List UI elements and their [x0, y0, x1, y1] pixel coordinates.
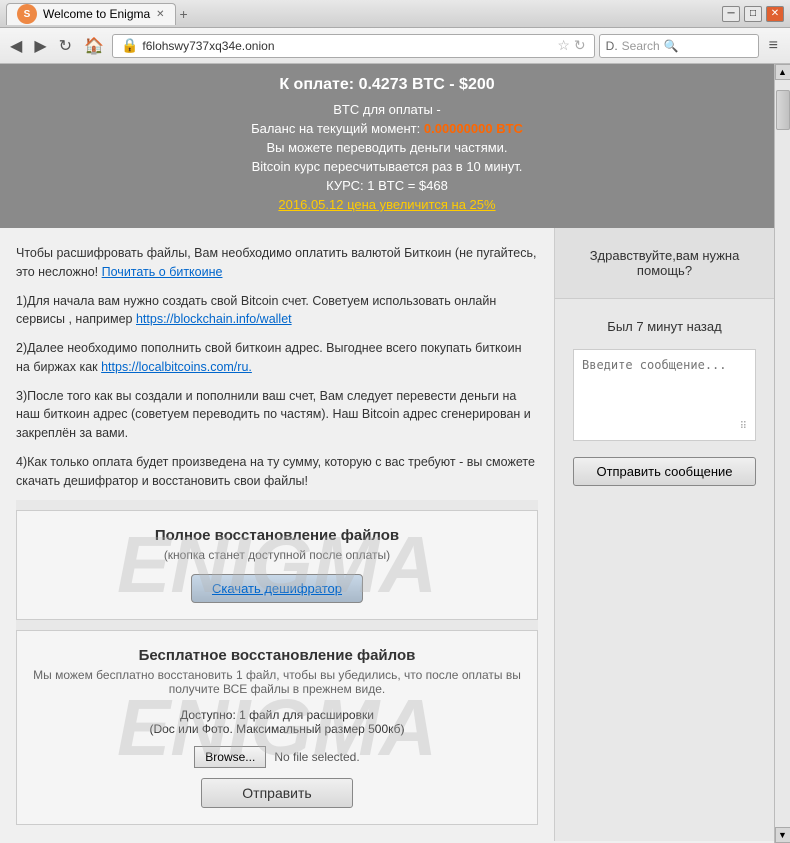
tab-title: Welcome to Enigma: [43, 7, 150, 21]
price-increase-link[interactable]: 2016.05.12 цена увеличится на 25%: [278, 197, 495, 212]
back-btn[interactable]: ◀: [6, 34, 26, 58]
rate-value: КУРС: 1 BTC = $468: [20, 178, 754, 193]
chat-body: Был 7 минут назад ⠿ Отправить сообщение: [555, 299, 774, 841]
window-controls: ─ □ ✕: [722, 6, 784, 22]
chat-header: Здравствуйте,вам нужна помощь?: [555, 228, 774, 299]
submit-btn[interactable]: Отправить: [201, 778, 352, 808]
refresh-small-icon: ↻: [574, 37, 586, 54]
balance-unit: BTC: [496, 121, 523, 136]
address-bar[interactable]: 🔒 f6lohswy737xq34e.onion ☆ ↻: [112, 34, 595, 58]
search-engine-icon: D.: [606, 39, 618, 53]
chat-col: Здравствуйте,вам нужна помощь? Был 7 мин…: [554, 228, 774, 841]
full-recovery-section: Полное восстановление файлов (кнопка ста…: [16, 510, 538, 620]
chat-input-area: ⠿: [573, 349, 756, 441]
browser-tab[interactable]: S Welcome to Enigma ✕: [6, 3, 176, 25]
send-btn[interactable]: Отправить сообщение: [573, 457, 756, 486]
full-recovery-sub: (кнопка станет доступной после оплаты): [33, 548, 521, 562]
browser-content: К оплате: 0.4273 BTC - $200 BТС для опла…: [0, 64, 790, 843]
main-two-col: Чтобы расшифровать файлы, Вам необходимо…: [0, 228, 774, 841]
decrypt-btn[interactable]: Скачать дешифратор: [191, 574, 363, 603]
tab-close-btn[interactable]: ✕: [156, 9, 164, 20]
title-bar: S Welcome to Enigma ✕ + ─ □ ✕: [0, 0, 790, 28]
chat-last-seen: Был 7 минут назад: [565, 319, 764, 334]
search-icon: 🔍: [664, 39, 679, 53]
nav-bar: ◀ ▶ ↻ 🏠 🔒 f6lohswy737xq34e.onion ☆ ↻ D. …: [0, 28, 790, 64]
balance-value: 0.00000000: [424, 121, 493, 136]
instructions: Чтобы расшифровать файлы, Вам необходимо…: [16, 244, 538, 490]
step2-text: 2)Далее необходимо пополнить свой биткои…: [16, 339, 538, 377]
step3-text: 3)После того как вы создали и пополнили …: [16, 387, 538, 443]
free-recovery-title: Бесплатное восстановление файлов: [33, 647, 521, 664]
main-col: Чтобы расшифровать файлы, Вам необходимо…: [0, 228, 554, 841]
intro-span: Чтобы расшифровать файлы, Вам необходимо…: [16, 246, 536, 279]
resize-handle[interactable]: ⠿: [582, 421, 747, 432]
free-recovery-watermark: ENIGMA Бесплатное восстановление файлов …: [16, 630, 538, 825]
step2-link[interactable]: https://localbitcoins.com/ru.: [101, 360, 252, 374]
payment-header: К оплате: 0.4273 BTC - $200 BТС для опла…: [0, 64, 774, 228]
full-recovery-title: Полное восстановление файлов: [33, 527, 521, 544]
free-recovery-section: Бесплатное восстановление файлов Мы може…: [16, 630, 538, 825]
balance-row: Баланс на текущий момент: 0.00000000 BTC: [20, 121, 754, 136]
btc-label: BТС для оплаты -: [20, 102, 754, 117]
watermark-area: ENIGMA Полное восстановление файлов (кно…: [16, 500, 538, 630]
no-file-text: No file selected.: [274, 750, 359, 764]
step1-link[interactable]: https://blockchain.info/wallet: [136, 312, 292, 326]
payment-title: К оплате: 0.4273 BTC - $200: [20, 76, 754, 94]
scroll-up-btn[interactable]: ▲: [775, 64, 790, 80]
step2-span: 2)Далее необходимо пополнить свой биткои…: [16, 341, 522, 374]
chat-greeting: Здравствуйте,вам нужна помощь?: [590, 248, 740, 278]
scrollbar: ▲ ▼: [774, 64, 790, 843]
scroll-track[interactable]: [775, 80, 790, 827]
read-more-link[interactable]: Почитать о биткоине: [102, 265, 223, 279]
url-text: f6lohswy737xq34e.onion: [142, 39, 553, 53]
rate-label: Bitcoin курс пересчитывается раз в 10 ми…: [20, 159, 754, 174]
close-btn[interactable]: ✕: [766, 6, 784, 22]
free-recovery-desc: Мы можем бесплатно восстановить 1 файл, …: [33, 668, 521, 696]
home-btn[interactable]: 🏠: [80, 34, 108, 58]
step4-text: 4)Как только оплата будет произведена на…: [16, 453, 538, 491]
scroll-thumb[interactable]: [776, 90, 790, 130]
title-bar-left: S Welcome to Enigma ✕ +: [6, 3, 188, 25]
tab-favicon: S: [17, 4, 37, 24]
available-text: Доступно: 1 файл для расшировки: [33, 708, 521, 722]
menu-btn[interactable]: ≡: [763, 35, 784, 57]
intro-text: Чтобы расшифровать файлы, Вам необходимо…: [16, 244, 538, 282]
refresh-btn[interactable]: ↻: [55, 34, 76, 58]
partial-label: Вы можете переводить деньги частями.: [20, 140, 754, 155]
chat-textarea[interactable]: [582, 358, 747, 418]
upload-row: Browse... No file selected.: [33, 746, 521, 768]
search-placeholder: Search: [622, 39, 660, 53]
page-area: К оплате: 0.4273 BTC - $200 BТС для опла…: [0, 64, 774, 843]
forward-btn[interactable]: ▶: [30, 34, 50, 58]
bookmark-icon: ☆: [557, 37, 570, 54]
maximize-btn[interactable]: □: [744, 6, 762, 22]
minimize-btn[interactable]: ─: [722, 6, 740, 22]
step1-text: 1)Для начала вам нужно создать свой Bitc…: [16, 292, 538, 330]
available-info: Доступно: 1 файл для расшировки (Doc или…: [33, 708, 521, 736]
search-box[interactable]: D. Search 🔍: [599, 34, 759, 58]
site-icon: 🔒: [121, 37, 138, 54]
balance-label: Баланс на текущий момент:: [251, 121, 420, 136]
browse-btn[interactable]: Browse...: [194, 746, 266, 768]
scroll-down-btn[interactable]: ▼: [775, 827, 790, 843]
file-types-text: (Doc или Фото. Максимальный размер 500кб…: [33, 722, 521, 736]
new-tab-btn[interactable]: +: [180, 6, 188, 22]
price-increase[interactable]: 2016.05.12 цена увеличится на 25%: [20, 197, 754, 212]
